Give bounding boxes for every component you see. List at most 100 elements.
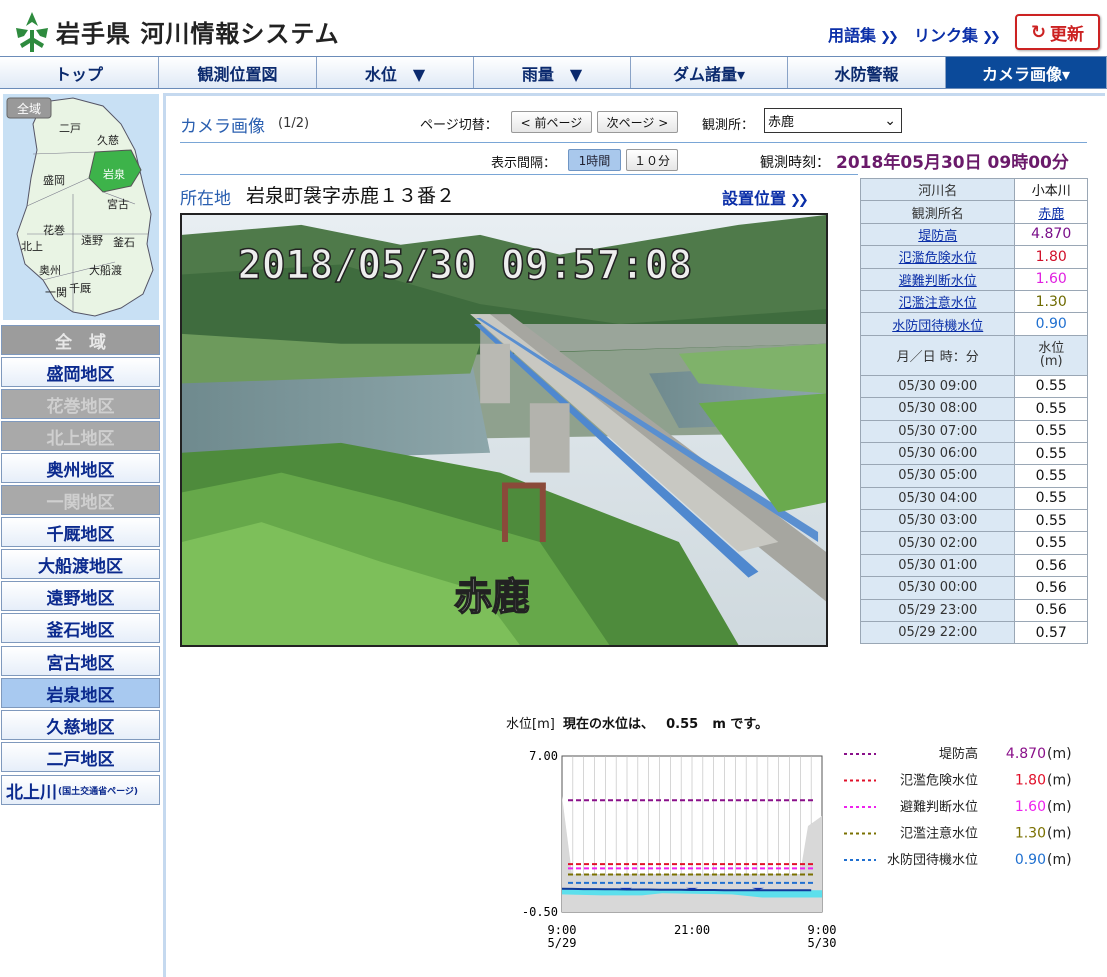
nav-rainfall[interactable]: 雨量 ▼ bbox=[474, 57, 631, 88]
row-time: 05/29 22:00 bbox=[859, 621, 1016, 645]
nav-map[interactable]: 観測位置図 bbox=[159, 57, 317, 88]
legend-value: 0.90 bbox=[1015, 852, 1046, 868]
area-ninohe[interactable]: 二戸地区 bbox=[1, 742, 160, 772]
row-time: 05/30 06:00 bbox=[859, 441, 1016, 466]
area-iwaizumi[interactable]: 岩泉地区 bbox=[1, 678, 160, 708]
interval-1h-button[interactable]: 1時間 bbox=[568, 149, 621, 171]
area-tono[interactable]: 遠野地区 bbox=[1, 581, 160, 611]
table-row: 05/29 22:00 0.57 bbox=[859, 621, 1088, 645]
station-name-label: 観測所名 bbox=[859, 200, 1016, 224]
main-nav: トップ 観測位置図 水位 ▼ 雨量 ▼ ダム諸量▾ 水防警報 カメラ画像▾ bbox=[0, 56, 1107, 89]
evacuation-link[interactable]: 避難判断水位 bbox=[899, 274, 977, 289]
links-link[interactable]: リンク集 ❯❯ bbox=[914, 22, 1001, 46]
row-time: 05/29 23:00 bbox=[859, 598, 1016, 623]
station-select[interactable]: 赤鹿 ⌄ bbox=[764, 108, 902, 133]
map-label: 北上 bbox=[21, 240, 43, 253]
levee-height-value: 4.870 bbox=[1014, 222, 1088, 247]
double-chevron-icon: ❯❯ bbox=[790, 193, 809, 208]
area-kamaishi[interactable]: 釜石地区 bbox=[1, 613, 160, 643]
chevron-down-icon: ⌄ bbox=[884, 112, 896, 129]
kitakami-river-link[interactable]: 北上川 (国土交通省ページ) bbox=[1, 775, 160, 805]
station-label: 観測所： bbox=[702, 118, 755, 133]
graph-caption: 水位[m] 現在の水位は、 0.55 m です。 bbox=[506, 713, 768, 732]
map-label: 遠野 bbox=[81, 234, 103, 247]
nav-water-level[interactable]: 水位 ▼ bbox=[317, 57, 474, 88]
col-time-header: 月／日 時：分 bbox=[859, 334, 1016, 376]
levee-height-link[interactable]: 堤防高 bbox=[918, 229, 957, 244]
glossary-link[interactable]: 用語集 ❯❯ bbox=[828, 22, 899, 46]
area-morioka[interactable]: 盛岡地区 bbox=[1, 357, 160, 387]
graph-caption-main: 現在の水位は、 bbox=[562, 717, 654, 732]
flood-caution-link[interactable]: 氾濫注意水位 bbox=[899, 296, 977, 311]
area-ichinoseki: 一関地区 bbox=[1, 485, 160, 515]
table-row: 05/30 08:00 0.55 bbox=[859, 397, 1088, 421]
nav-flood-warning[interactable]: 水防警報 bbox=[788, 57, 946, 88]
x-tick-label: 9:00 bbox=[548, 923, 577, 937]
table-row: 河川名 小本川 bbox=[859, 177, 1088, 202]
row-time: 05/30 07:00 bbox=[859, 419, 1016, 443]
legend-unit: (m) bbox=[1047, 773, 1072, 789]
refresh-button[interactable]: ↻ 更新 bbox=[1015, 14, 1100, 50]
table-row: 05/30 09:00 0.55 bbox=[859, 374, 1088, 399]
map-label: 一関 bbox=[45, 286, 67, 299]
row-level: 0.55 bbox=[1014, 531, 1088, 555]
area-all[interactable]: 全 域 bbox=[1, 325, 160, 355]
table-header-row: 月／日 時：分 水位 (m) bbox=[859, 334, 1088, 376]
prev-page-button[interactable]: < 前ページ bbox=[511, 111, 592, 133]
position-link[interactable]: 設置位置 ❯❯ bbox=[722, 185, 809, 209]
evacuation-value: 1.60 bbox=[1014, 267, 1088, 291]
standby-link[interactable]: 水防団待機水位 bbox=[892, 319, 983, 334]
area-ofunato[interactable]: 大船渡地区 bbox=[1, 549, 160, 579]
interval-10m-button[interactable]: １０分 bbox=[626, 149, 678, 171]
camera-page-indicator: (1/2) bbox=[278, 116, 310, 131]
x-tick-label: 21:00 bbox=[674, 923, 710, 937]
map-all-area[interactable]: 全域 bbox=[17, 101, 41, 116]
table-row: 05/30 03:00 0.55 bbox=[859, 509, 1088, 533]
location-value: 岩泉町袰字赤鹿１３番２ bbox=[246, 185, 456, 207]
y-tick-label: 7.00 bbox=[529, 749, 558, 763]
x-tick-label: 9:00 bbox=[808, 923, 837, 937]
legend-label: 堤防高 bbox=[939, 746, 978, 762]
glossary-label: 用語集 bbox=[828, 26, 877, 45]
table-row: 05/30 05:00 0.55 bbox=[859, 464, 1088, 488]
row-time: 05/30 05:00 bbox=[859, 464, 1016, 488]
legend-unit: (m) bbox=[1047, 746, 1072, 762]
water-level-chart: 7.00-0.509:005/2921:00 9:005/30堤防高 4.870 (m… bbox=[522, 746, 1072, 950]
nav-camera[interactable]: カメラ画像▾ bbox=[946, 57, 1107, 88]
legend-label: 氾濫危険水位 bbox=[900, 774, 978, 789]
obs-time: 2018年05月30日 09時00分 bbox=[836, 153, 1069, 173]
y-tick-label: -0.50 bbox=[522, 905, 558, 919]
table-row: 堤防高 4.870 bbox=[859, 222, 1088, 247]
refresh-icon: ↻ bbox=[1030, 21, 1047, 43]
row-level: 0.55 bbox=[1014, 374, 1088, 399]
row-time: 05/30 08:00 bbox=[859, 397, 1016, 421]
map-label: 宮古 bbox=[107, 197, 129, 211]
table-row: 05/30 06:00 0.55 bbox=[859, 441, 1088, 466]
flood-danger-link[interactable]: 氾濫危険水位 bbox=[899, 251, 977, 266]
area-map[interactable]: 全域 二戸 久慈 盛岡 岩泉 宮古 花巻 遠野 釜石 北上 奥州 大船渡 一関 … bbox=[3, 94, 159, 320]
row-time: 05/30 00:00 bbox=[859, 576, 1016, 600]
position-link-label: 設置位置 bbox=[722, 189, 787, 208]
map-label: 岩泉 bbox=[103, 167, 125, 181]
row-level: 0.55 bbox=[1014, 441, 1088, 466]
area-senmaya[interactable]: 千厩地区 bbox=[1, 517, 160, 547]
row-level: 0.55 bbox=[1014, 419, 1088, 443]
next-page-button[interactable]: 次ページ > bbox=[597, 111, 678, 133]
area-kitakami: 北上地区 bbox=[1, 421, 160, 451]
map-label: 二戸 bbox=[59, 122, 81, 135]
nav-dam[interactable]: ダム諸量▾ bbox=[631, 57, 788, 88]
standby-value: 0.90 bbox=[1014, 312, 1088, 336]
table-row: 避難判断水位 1.60 bbox=[859, 267, 1088, 291]
legend-label: 避難判断水位 bbox=[900, 800, 978, 815]
legend-value: 1.60 bbox=[1015, 799, 1046, 815]
row-time: 05/30 04:00 bbox=[859, 486, 1016, 511]
legend-label: 氾濫注意水位 bbox=[900, 826, 978, 842]
row-level: 0.56 bbox=[1014, 576, 1088, 600]
station-name-link[interactable]: 赤鹿 bbox=[1038, 207, 1064, 222]
nav-top[interactable]: トップ bbox=[0, 57, 159, 88]
area-miyako[interactable]: 宮古地区 bbox=[1, 646, 160, 676]
area-kuji[interactable]: 久慈地区 bbox=[1, 710, 160, 740]
table-row: 05/30 00:00 0.56 bbox=[859, 576, 1088, 600]
area-oshu[interactable]: 奥州地区 bbox=[1, 453, 160, 483]
row-level: 0.55 bbox=[1014, 397, 1088, 421]
